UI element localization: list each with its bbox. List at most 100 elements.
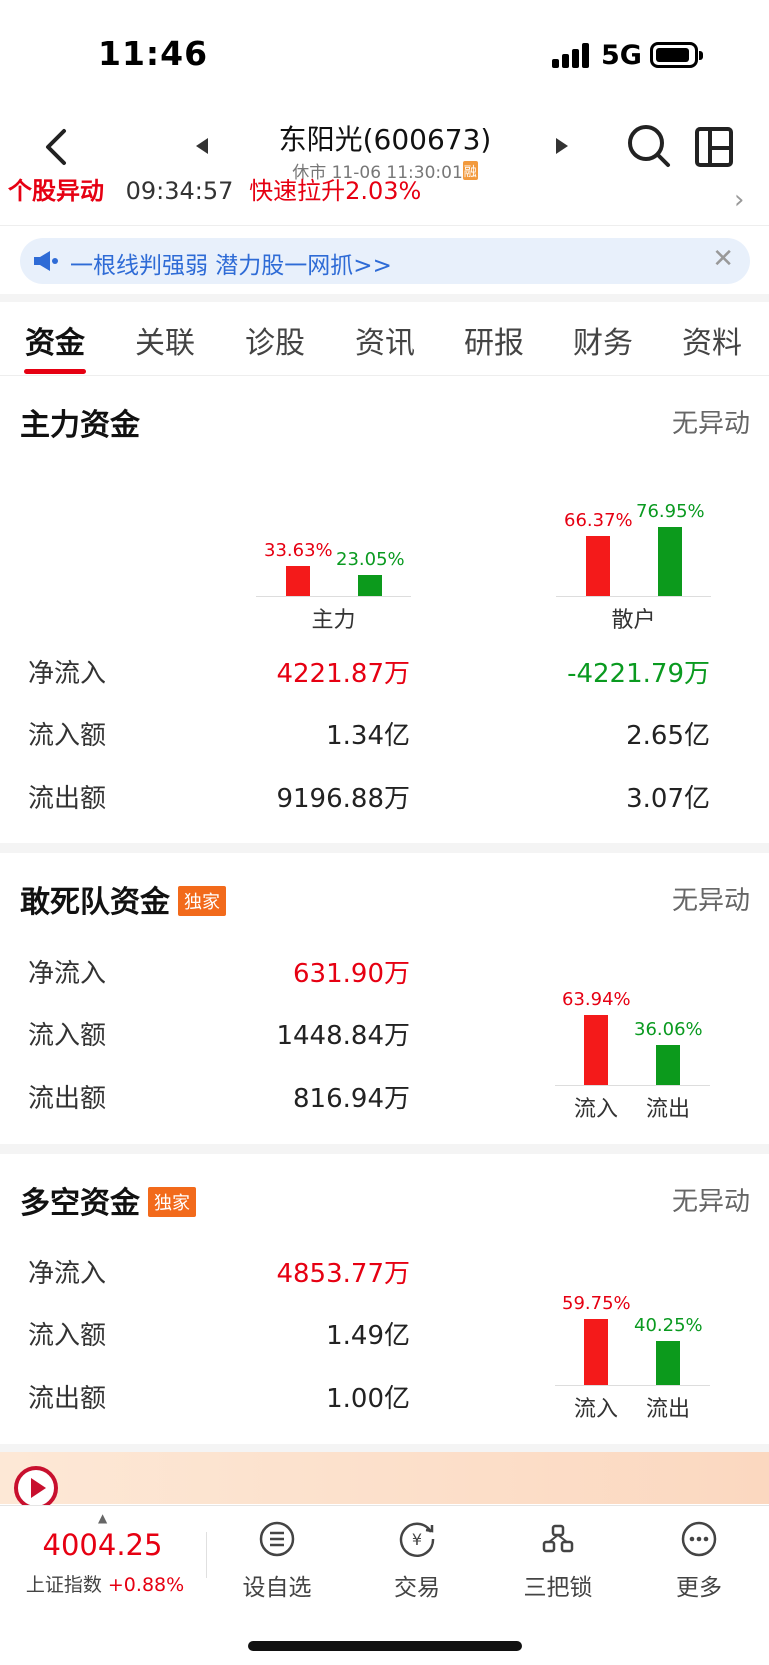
row-label-outflow: 流出额 <box>28 784 107 814</box>
stock-title: 东阳光(600673) <box>278 123 492 156</box>
bar-value-label: 36.06% <box>634 1019 703 1041</box>
dare-funds-title-text: 敢死队资金 <box>20 885 170 920</box>
tab-finance[interactable]: 财务 <box>553 318 653 362</box>
retail-inflow: 2.65亿 <box>626 721 710 751</box>
long-short-inflow: 1.49亿 <box>326 1321 410 1351</box>
bar-value-label: 33.63% <box>264 539 333 561</box>
ticker-message: 快速拉升2.03% <box>249 178 422 205</box>
dare-outflow: 816.94万 <box>293 1084 410 1114</box>
main-funds-chart: 主力 33.63% 23.05% 散户 66.37% 76.95% <box>0 440 769 635</box>
inflow-bar <box>584 1319 608 1385</box>
row-label-net-inflow: 净流入 <box>28 959 107 989</box>
index-summary[interactable]: 上证指数 +0.88% <box>20 1570 190 1597</box>
dare-funds-status[interactable]: 无异动 <box>620 880 750 917</box>
outflow-bar <box>658 526 682 596</box>
ticker-time: 09:34:57 <box>125 178 234 205</box>
chart-baseline <box>555 1085 710 1086</box>
bar-value-label: 66.37% <box>564 510 633 532</box>
main-funds-title: 主力资金 <box>20 408 140 443</box>
section-divider <box>0 1144 769 1154</box>
row-label-net-inflow: 净流入 <box>28 659 107 689</box>
nav-label: 交易 <box>394 1575 440 1601</box>
list-circle-icon <box>259 1521 295 1557</box>
main-inflow: 1.34亿 <box>326 721 410 751</box>
long-short-outflow: 1.00亿 <box>326 1384 410 1414</box>
long-short-funds-title-text: 多空资金 <box>20 1186 140 1221</box>
battery-icon <box>650 42 703 68</box>
row-label-inflow: 流入额 <box>28 1321 107 1351</box>
category-label: 主力 <box>311 608 356 633</box>
index-value[interactable]: 4004.25 <box>20 1528 185 1562</box>
category-label: 流入 <box>573 1397 618 1422</box>
bar-value-label: 59.75% <box>562 1293 631 1315</box>
tab-diagnosis[interactable]: 诊股 <box>225 318 325 362</box>
divider <box>0 294 769 302</box>
divider <box>0 375 769 376</box>
cellular-signal-icon <box>552 42 592 68</box>
close-icon[interactable]: ✕ <box>712 244 734 274</box>
inflow-bar <box>584 1014 608 1085</box>
stock-page-switch-icon[interactable] <box>694 126 734 168</box>
next-stock-arrow-icon[interactable] <box>556 138 568 154</box>
caret-up-icon[interactable]: ▲ <box>98 1511 107 1525</box>
bar-value-label: 63.94% <box>562 988 631 1010</box>
row-label-outflow: 流出额 <box>28 1084 107 1114</box>
nav-three-locks[interactable]: 三把锁 <box>503 1520 613 1602</box>
category-label: 流入 <box>573 1097 618 1122</box>
tab-related[interactable]: 关联 <box>115 318 215 362</box>
search-icon[interactable] <box>626 123 672 169</box>
main-funds-status[interactable]: 无异动 <box>620 403 750 440</box>
nav-label: 更多 <box>676 1575 722 1601</box>
row-label-inflow: 流入额 <box>28 721 107 751</box>
chart-baseline <box>256 596 411 597</box>
index-change: +0.88% <box>107 1574 185 1596</box>
nav-trade[interactable]: ¥ 交易 <box>362 1520 472 1602</box>
megaphone-icon <box>34 251 58 271</box>
dare-funds-chart: 63.94% 流入 36.06% 流出 <box>540 975 720 1125</box>
section-divider <box>0 843 769 853</box>
tab-funds[interactable]: 资金 <box>5 318 105 362</box>
stock-alert-ticker[interactable]: 个股异动 09:34:57 快速拉升2.03% <box>0 178 769 226</box>
retail-net-inflow: -4221.79万 <box>567 659 710 689</box>
long-short-net-inflow: 4853.77万 <box>276 1259 410 1289</box>
back-arrow-icon[interactable] <box>38 125 78 169</box>
tab-research[interactable]: 研报 <box>444 318 544 362</box>
chevron-right-icon[interactable]: › <box>734 185 744 215</box>
bar-value-label: 23.05% <box>336 549 405 571</box>
index-name: 上证指数 <box>25 1574 102 1596</box>
ticker-tag: 个股异动 <box>8 178 104 205</box>
home-indicator[interactable] <box>248 1641 522 1651</box>
inflow-bar <box>286 565 310 596</box>
main-net-inflow: 4221.87万 <box>276 659 410 689</box>
exclusive-badge: 独家 <box>148 1187 196 1217</box>
promo-banner[interactable]: 一根线判强弱 潜力股一网抓>> ✕ <box>20 238 750 284</box>
nav-label: 设自选 <box>242 1575 312 1601</box>
nav-label: 三把锁 <box>523 1575 593 1601</box>
row-label-outflow: 流出额 <box>28 1384 107 1414</box>
svg-text:¥: ¥ <box>412 1530 422 1549</box>
yuan-exchange-icon: ¥ <box>399 1522 435 1558</box>
network-type: 5G <box>601 40 642 71</box>
nav-more[interactable]: 更多 <box>644 1520 754 1602</box>
inflow-bar <box>586 536 610 596</box>
tab-news[interactable]: 资讯 <box>335 318 435 362</box>
long-short-funds-status[interactable]: 无异动 <box>620 1181 750 1218</box>
dare-net-inflow: 631.90万 <box>293 959 410 989</box>
row-label-inflow: 流入额 <box>28 1021 107 1051</box>
dare-inflow: 1448.84万 <box>276 1021 410 1051</box>
row-label-net-inflow: 净流入 <box>28 1259 107 1289</box>
chart-baseline <box>556 596 711 597</box>
more-dots-icon <box>681 1521 717 1557</box>
bar-value-label: 40.25% <box>634 1314 703 1336</box>
bar-value-label: 76.95% <box>636 500 705 522</box>
promo-strip[interactable] <box>0 1452 769 1504</box>
long-short-funds-chart: 59.75% 流入 40.25% 流出 <box>540 1275 720 1425</box>
locks-icon <box>542 1524 574 1553</box>
chart-baseline <box>555 1385 710 1386</box>
tab-profile[interactable]: 资料 <box>662 318 762 362</box>
dare-funds-title: 敢死队资金 独家 <box>20 877 226 921</box>
category-label: 流出 <box>645 1397 690 1422</box>
exclusive-badge: 独家 <box>178 886 226 916</box>
prev-stock-arrow-icon[interactable] <box>196 138 208 154</box>
nav-add-watchlist[interactable]: 设自选 <box>222 1520 332 1602</box>
